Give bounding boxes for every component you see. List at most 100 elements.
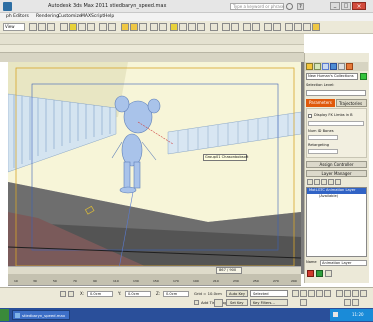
time-slider-thumb[interactable]: 867 / 900 (216, 267, 242, 274)
start-button[interactable] (0, 309, 9, 321)
layer-tool-icon-4[interactable] (328, 179, 334, 185)
snap-toggle-icon[interactable] (170, 23, 178, 31)
select-by-name-icon[interactable] (69, 23, 77, 31)
menu-rendering[interactable]: Rendering (36, 14, 59, 20)
select-object-icon[interactable] (60, 23, 68, 31)
selected-dropdown[interactable]: Selected (250, 290, 288, 297)
selection-level-dropdown[interactable] (306, 90, 366, 96)
angle-snap-icon[interactable] (179, 23, 187, 31)
manipulate-icon[interactable] (150, 23, 158, 31)
keyboard-shortcut-icon[interactable] (159, 23, 167, 31)
spinner-snap-icon[interactable] (197, 23, 205, 31)
layer-tool-icon-2[interactable] (314, 179, 320, 185)
color-swatch[interactable] (360, 73, 367, 80)
name-field[interactable]: New Human's Collections (306, 73, 358, 80)
reference-coord-icon[interactable] (130, 23, 138, 31)
tray-icon[interactable] (333, 312, 338, 317)
time-slider[interactable]: 867 / 900 (8, 266, 301, 274)
search-field[interactable]: Type a keyword or phrase (230, 3, 284, 10)
scale-icon[interactable] (121, 23, 129, 31)
menu-help[interactable]: Help (104, 14, 114, 20)
minimize-icon[interactable]: _ (330, 2, 340, 10)
taskbar-task-item[interactable]: stiedbaryn_speed.max (12, 310, 70, 320)
menu-graph-editors[interactable]: ph Editors (6, 14, 29, 20)
hierarchy-tab-icon[interactable] (322, 63, 329, 70)
absolute-mode-icon[interactable] (68, 291, 74, 297)
parameters-tab[interactable]: Parameters (306, 99, 335, 107)
layer-collapse-icon[interactable] (325, 270, 332, 277)
zoom-icon[interactable] (336, 290, 343, 297)
rendered-frame-icon[interactable] (303, 23, 311, 31)
walkthrough-icon[interactable] (352, 299, 359, 306)
orbit-icon[interactable] (352, 290, 359, 297)
maximize-icon[interactable]: □ (341, 2, 351, 10)
assign-controller-rollout[interactable]: Assign Controller (306, 161, 367, 168)
rotate-icon[interactable] (108, 23, 116, 31)
window-crossing-icon[interactable] (87, 23, 95, 31)
schematic-view-icon[interactable] (273, 23, 281, 31)
key-filters-button[interactable]: Key Filters... (250, 299, 288, 306)
app-logo-icon[interactable] (3, 2, 12, 11)
field-of-view-icon[interactable] (344, 299, 351, 306)
goto-end-icon[interactable] (324, 290, 331, 297)
create-tab-icon[interactable] (306, 63, 313, 70)
help-icon[interactable]: ? (297, 3, 304, 10)
lock-selection-icon[interactable] (60, 291, 66, 297)
render-setup-icon[interactable] (294, 23, 302, 31)
motion-tab-icon[interactable] (330, 63, 337, 70)
retargeting-spinner[interactable] (308, 149, 338, 154)
x-field[interactable]: 0.0cm (87, 291, 113, 297)
pan-icon[interactable] (344, 290, 351, 297)
track-bar[interactable]: 10 30 50 70 90 110 130 150 170 190 210 2… (8, 274, 301, 286)
curve-editor-icon[interactable] (264, 23, 272, 31)
pivot-center-icon[interactable] (139, 23, 147, 31)
layer-delete-icon[interactable] (307, 270, 314, 277)
named-selection-icon[interactable] (210, 23, 218, 31)
menu-maxscript[interactable]: MAXScript (81, 14, 104, 20)
search-icon[interactable] (286, 3, 293, 10)
set-key-icon[interactable] (214, 299, 223, 307)
region-select-icon[interactable] (78, 23, 86, 31)
material-editor-icon[interactable] (285, 23, 293, 31)
params-field-a[interactable] (308, 121, 364, 126)
layer-list[interactable]: MotLGTC Animation Layer (Available) (306, 187, 367, 257)
render-production-icon[interactable] (312, 23, 320, 31)
utilities-tab-icon[interactable] (346, 63, 353, 70)
layer-list-item[interactable]: (Available) (307, 194, 366, 200)
menu-customize[interactable]: Customize (58, 14, 82, 20)
goto-start-icon[interactable] (292, 290, 299, 297)
num-bones-spinner[interactable] (308, 135, 338, 140)
close-icon[interactable]: × (352, 2, 366, 10)
percent-snap-icon[interactable] (188, 23, 196, 31)
graphite-toggle-icon[interactable] (252, 23, 260, 31)
bind-space-warp-icon[interactable] (47, 23, 55, 31)
unlink-icon[interactable] (38, 23, 46, 31)
layer-name-field[interactable]: Animation Layer (320, 260, 367, 266)
max-toggle-icon[interactable] (360, 290, 367, 297)
next-frame-icon[interactable] (316, 290, 323, 297)
layer-add-icon[interactable] (316, 270, 323, 277)
time-config-icon[interactable] (300, 299, 307, 306)
layer-tool-icon-1[interactable] (307, 179, 313, 185)
modify-tab-icon[interactable] (314, 63, 321, 70)
layer-tool-icon-3[interactable] (321, 179, 327, 185)
time-tag-icon[interactable] (194, 300, 199, 305)
prev-frame-icon[interactable] (300, 290, 307, 297)
layer-manager-icon[interactable] (243, 23, 251, 31)
set-key-button[interactable]: Set Key (226, 299, 248, 306)
layer-manager-rollout[interactable]: Layer Manager (306, 170, 367, 177)
z-field[interactable]: 0.0cm (163, 291, 189, 297)
play-icon[interactable] (308, 290, 315, 297)
layer-tool-icon-5[interactable] (335, 179, 341, 185)
mirror-icon[interactable] (222, 23, 230, 31)
select-link-icon[interactable] (29, 23, 37, 31)
y-field[interactable]: 0.0cm (125, 291, 151, 297)
viewport[interactable]: Group01 Chasonbobsoft (8, 62, 301, 274)
trajectories-tab[interactable]: Trajectories (336, 99, 367, 107)
display-fk-checkbox[interactable] (308, 114, 312, 118)
move-icon[interactable] (99, 23, 107, 31)
display-tab-icon[interactable] (338, 63, 345, 70)
auto-key-button[interactable]: Auto Key (226, 290, 248, 297)
align-icon[interactable] (231, 23, 239, 31)
view-dropdown[interactable]: View (3, 23, 25, 31)
